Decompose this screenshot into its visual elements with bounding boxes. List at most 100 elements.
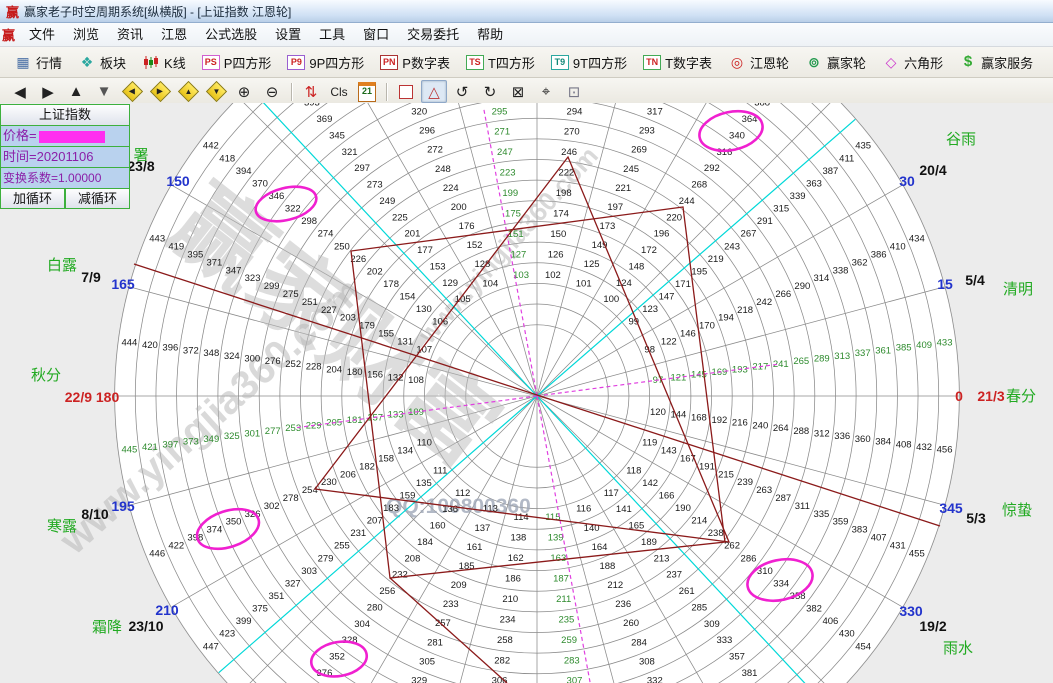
svg-text:362: 362 bbox=[852, 257, 868, 268]
peripheral-label-5/3: 5/3 bbox=[966, 510, 986, 526]
svg-text:347: 347 bbox=[226, 265, 242, 276]
gann-wheel-svg[interactable]: 赢家财富www.yingjia360.comwww.yingjia360.com… bbox=[0, 103, 1053, 683]
svg-text:408: 408 bbox=[896, 439, 912, 450]
calendar-button[interactable]: 21 bbox=[354, 80, 380, 103]
svg-text:253: 253 bbox=[285, 423, 301, 434]
menu-item-3[interactable]: 江恩 bbox=[152, 23, 196, 46]
svg-text:397: 397 bbox=[162, 439, 178, 450]
svg-text:146: 146 bbox=[680, 329, 696, 340]
svg-text:304: 304 bbox=[354, 619, 370, 630]
svg-text:163: 163 bbox=[550, 553, 566, 564]
zoom-in-button[interactable]: ⊕ bbox=[231, 80, 257, 103]
toolbar-button-11[interactable]: ◇六角形 bbox=[874, 50, 951, 75]
svg-text:119: 119 bbox=[642, 438, 657, 449]
svg-text:148: 148 bbox=[628, 261, 644, 272]
svg-text:360: 360 bbox=[855, 434, 871, 445]
toolbar-button-9[interactable]: ◎江恩轮 bbox=[720, 50, 797, 75]
screen-tool-button[interactable]: ⊡ bbox=[561, 80, 587, 103]
menu-item-8[interactable]: 交易委托 bbox=[398, 23, 468, 46]
menu-item-4[interactable]: 公式选股 bbox=[196, 23, 266, 46]
svg-text:277: 277 bbox=[265, 426, 281, 437]
svg-text:357: 357 bbox=[729, 652, 745, 663]
svg-text:386: 386 bbox=[871, 249, 887, 260]
svg-text:387: 387 bbox=[822, 166, 838, 177]
svg-text:290: 290 bbox=[794, 281, 810, 292]
badge-icon: P9 bbox=[287, 54, 305, 70]
svg-text:282: 282 bbox=[494, 655, 510, 666]
pan-right-button[interactable]: ▶ bbox=[147, 80, 173, 103]
menu-item-2[interactable]: 资讯 bbox=[108, 23, 152, 46]
menu-item-5[interactable]: 设置 bbox=[266, 23, 310, 46]
svg-text:303: 303 bbox=[301, 566, 317, 577]
peripheral-label-210: 210 bbox=[155, 602, 179, 618]
toolbar-button-10[interactable]: ⊚赢家轮 bbox=[797, 50, 874, 75]
svg-text:375: 375 bbox=[252, 604, 268, 615]
svg-text:102: 102 bbox=[545, 270, 561, 281]
price-row: 价格= bbox=[0, 126, 130, 147]
updown-arrows-button[interactable]: ⇅ bbox=[298, 80, 324, 103]
svg-text:190: 190 bbox=[675, 503, 691, 514]
toolbar-button-2[interactable]: K线 bbox=[134, 50, 194, 75]
triangle-tool-button[interactable]: △ bbox=[421, 80, 447, 103]
cls-button-button[interactable]: Cls bbox=[326, 80, 352, 103]
pan-up-button[interactable]: ▲ bbox=[175, 80, 201, 103]
svg-text:285: 285 bbox=[691, 602, 707, 613]
menu-item-7[interactable]: 窗口 bbox=[354, 23, 398, 46]
svg-text:325: 325 bbox=[224, 431, 240, 442]
toolbar-button-8[interactable]: TNT数字表 bbox=[635, 50, 720, 75]
svg-text:432: 432 bbox=[916, 442, 932, 453]
menu-item-1[interactable]: 浏览 bbox=[64, 23, 108, 46]
menu-item-9[interactable]: 帮助 bbox=[468, 23, 512, 46]
toolbar-button-4[interactable]: P99P四方形 bbox=[279, 50, 372, 75]
badge-icon: T9 bbox=[551, 54, 569, 70]
toolbar-button-6[interactable]: TST四方形 bbox=[458, 50, 543, 75]
svg-text:118: 118 bbox=[626, 465, 641, 476]
square-tool-button[interactable] bbox=[393, 80, 419, 103]
svg-text:280: 280 bbox=[367, 602, 383, 613]
gann-wheel-chart[interactable]: 赢家财富www.yingjia360.comwww.yingjia360.com… bbox=[0, 103, 1053, 683]
menu-item-0[interactable]: 文件 bbox=[20, 23, 64, 46]
sub-cycle-button[interactable]: 减循环 bbox=[65, 189, 130, 209]
svg-text:177: 177 bbox=[417, 245, 433, 256]
svg-text:123: 123 bbox=[642, 304, 658, 315]
svg-text:435: 435 bbox=[855, 141, 871, 152]
peripheral-label-30: 30 bbox=[899, 173, 915, 189]
svg-text:153: 153 bbox=[430, 261, 446, 272]
svg-text:179: 179 bbox=[359, 321, 375, 332]
nav-up-button[interactable]: ▲ bbox=[63, 80, 89, 103]
toolbar-button-5[interactable]: PNP数字表 bbox=[372, 50, 458, 75]
svg-text:311: 311 bbox=[795, 501, 810, 512]
svg-text:333: 333 bbox=[716, 635, 732, 646]
pan-left-button[interactable]: ◀ bbox=[119, 80, 145, 103]
svg-text:151: 151 bbox=[508, 229, 524, 240]
svg-text:431: 431 bbox=[890, 540, 906, 551]
svg-text:286: 286 bbox=[741, 553, 757, 564]
menu-item-6[interactable]: 工具 bbox=[310, 23, 354, 46]
rotate-ccw-button[interactable]: ↺ bbox=[449, 80, 475, 103]
expand-tool-button[interactable]: ⊠ bbox=[505, 80, 531, 103]
svg-text:305: 305 bbox=[419, 656, 435, 667]
svg-text:104: 104 bbox=[482, 278, 498, 289]
svg-text:349: 349 bbox=[203, 434, 219, 445]
index-name-button[interactable]: 上证指数 bbox=[0, 104, 130, 126]
toolbar-button-7[interactable]: T99T四方形 bbox=[543, 50, 635, 75]
nav-forward-button[interactable]: ▶ bbox=[35, 80, 61, 103]
svg-text:244: 244 bbox=[679, 196, 695, 207]
svg-text:103: 103 bbox=[513, 270, 529, 281]
contract-tool-button[interactable]: ⌖ bbox=[533, 80, 559, 103]
svg-text:298: 298 bbox=[301, 216, 317, 227]
svg-text:122: 122 bbox=[661, 336, 677, 347]
nav-back-button[interactable]: ◀ bbox=[7, 80, 33, 103]
toolbar-button-12[interactable]: $赢家服务 bbox=[951, 50, 1041, 75]
pan-down-button[interactable]: ▼ bbox=[203, 80, 229, 103]
toolbar-button-1[interactable]: ❖板块 bbox=[70, 50, 134, 75]
zoom-out-button[interactable]: ⊖ bbox=[259, 80, 285, 103]
svg-text:199: 199 bbox=[502, 188, 518, 199]
toolbar-button-3[interactable]: PSP四方形 bbox=[194, 50, 280, 75]
svg-text:321: 321 bbox=[342, 147, 358, 158]
add-cycle-button[interactable]: 加循环 bbox=[0, 189, 65, 209]
rotate-cw-button[interactable]: ↻ bbox=[477, 80, 503, 103]
nav-down-button[interactable]: ▼ bbox=[91, 80, 117, 103]
toolbar-button-0[interactable]: ▦行情 bbox=[6, 50, 70, 75]
svg-text:178: 178 bbox=[383, 279, 399, 290]
